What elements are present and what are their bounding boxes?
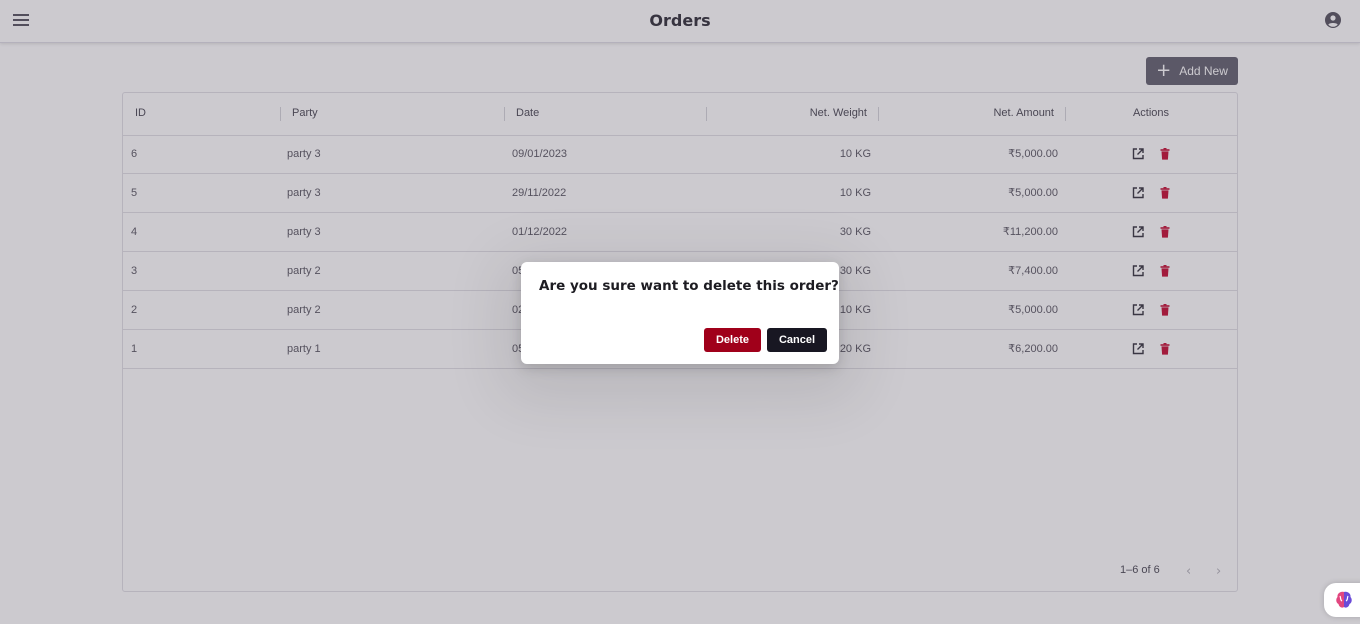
dialog-title: Are you sure want to delete this order? bbox=[539, 278, 839, 294]
delete-confirm-dialog: Are you sure want to delete this order? … bbox=[521, 262, 839, 364]
brain-icon bbox=[1336, 591, 1352, 608]
assistant-widget[interactable] bbox=[1324, 583, 1360, 617]
delete-button[interactable]: Delete bbox=[704, 328, 761, 352]
cancel-button[interactable]: Cancel bbox=[767, 328, 827, 352]
